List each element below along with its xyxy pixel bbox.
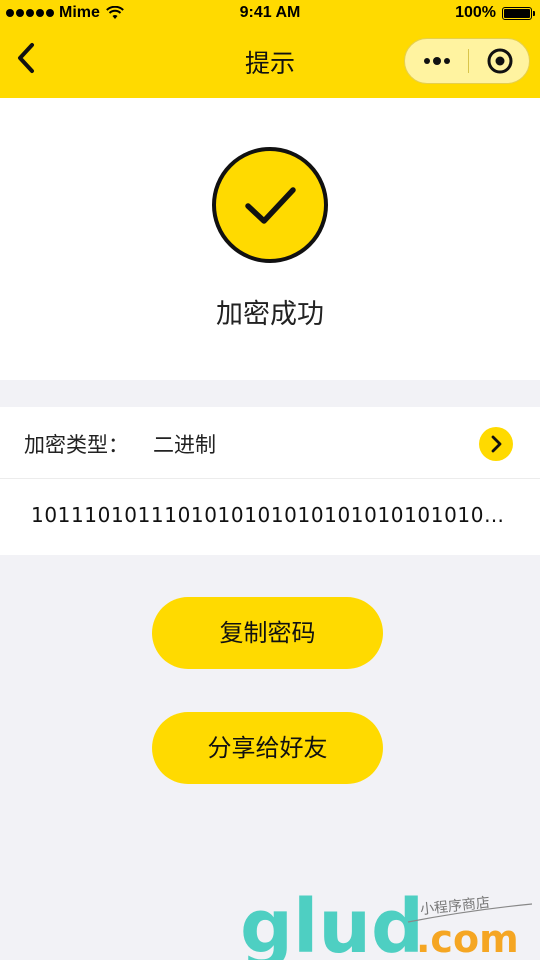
encryption-type-value: 二进制 [153, 433, 216, 457]
target-circle-icon [487, 48, 512, 74]
watermark-tagline: 小程序商店 [419, 895, 490, 918]
encryption-type-row[interactable]: 加密类型： 二进制 [0, 407, 540, 479]
top-bar: Mime 9:41 AM 100% 提示 [0, 0, 540, 98]
share-to-friend-button[interactable]: 分享给好友 [152, 712, 383, 784]
watermark-logo: glud .com 小程序商店 [240, 884, 533, 960]
change-type-button[interactable] [479, 427, 513, 461]
status-right: 100% [455, 4, 535, 22]
checkmark-circle-icon [212, 147, 328, 263]
copy-password-button[interactable]: 复制密码 [152, 597, 383, 669]
screen: Mime 9:41 AM 100% 提示 加密成功 加密类型： 二进制 1011… [0, 0, 540, 960]
success-message: 加密成功 [216, 299, 324, 330]
more-dots-icon [423, 58, 430, 64]
battery-icon [502, 6, 535, 20]
battery-percent: 100% [455, 4, 496, 21]
chevron-right-icon [491, 435, 502, 453]
watermark-suffix: .com [416, 917, 519, 960]
more-button[interactable] [405, 39, 468, 83]
encryption-type-label: 加密类型： [24, 433, 129, 457]
close-miniprogram-button[interactable] [469, 39, 530, 83]
encrypted-text: 1011101011101010101010101010101010111010… [31, 503, 511, 527]
menu-capsule [404, 38, 530, 84]
battery-fill [504, 8, 530, 18]
encrypted-text-row: 1011101011101010101010101010101010111010… [0, 479, 540, 555]
info-card: 加密类型： 二进制 101110101110101010101010101010… [0, 407, 540, 555]
result-card: 加密成功 [0, 98, 540, 380]
watermark-brand: glud [240, 884, 424, 960]
status-bar: Mime 9:41 AM 100% [0, 0, 540, 26]
nav-bar: 提示 [0, 26, 540, 98]
